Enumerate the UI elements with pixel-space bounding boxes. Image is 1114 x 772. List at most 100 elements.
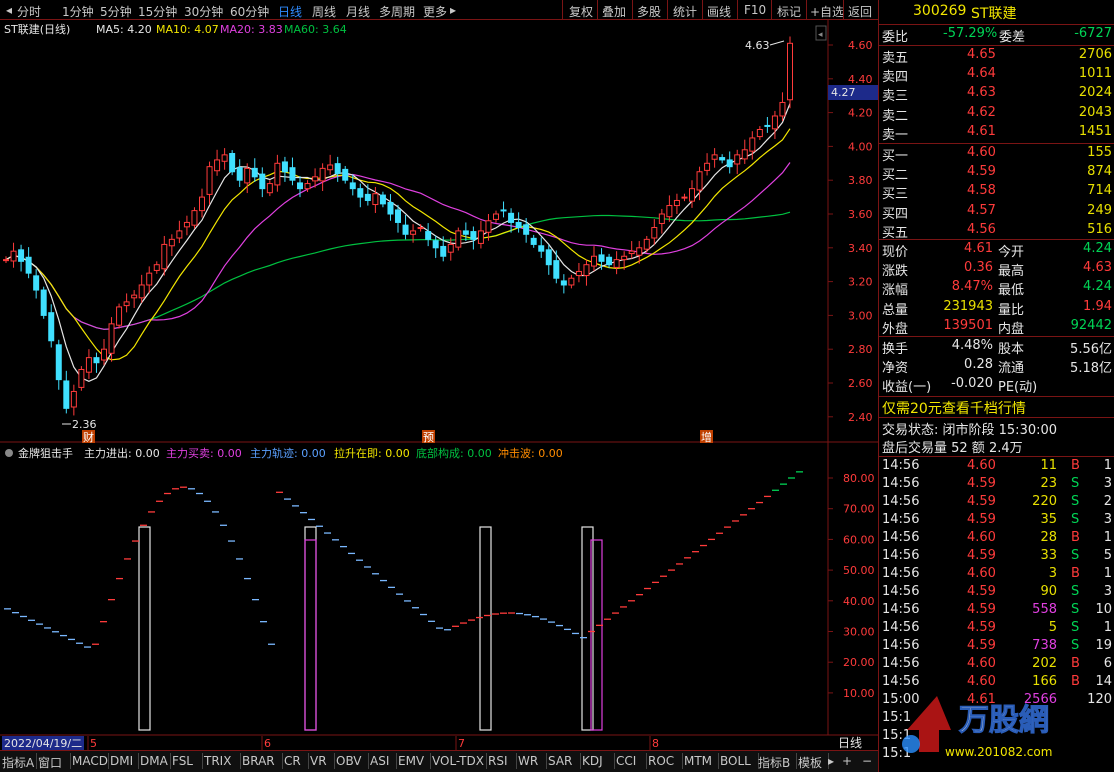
candle[interactable] (236, 167, 243, 181)
indicator-tab-3[interactable]: DMI (110, 754, 133, 768)
candle[interactable] (176, 230, 183, 239)
candle[interactable] (673, 199, 680, 207)
candle[interactable] (183, 221, 190, 228)
multi-stock-button[interactable]: 多股 (637, 3, 661, 20)
tab-fenshi[interactable]: 分时 (17, 3, 41, 20)
tab-weekly[interactable]: 周线 (312, 3, 336, 20)
indicator-tab-1[interactable]: 窗口 (38, 754, 62, 771)
tab-5min[interactable]: 5分钟 (100, 3, 132, 20)
candle[interactable] (756, 129, 763, 138)
indicator-tab-19[interactable]: ROC (648, 754, 674, 768)
indicator-tab-8[interactable]: CR (284, 754, 301, 768)
period-label[interactable]: 日线 (838, 736, 862, 750)
candle[interactable] (123, 301, 130, 307)
candle[interactable] (274, 162, 281, 186)
fuquan-button[interactable]: 复权 (569, 3, 593, 20)
candle[interactable] (319, 167, 326, 182)
bid-row[interactable]: 买二 4.59 874 (879, 164, 1114, 183)
candle[interactable] (259, 173, 266, 190)
candle[interactable] (146, 272, 153, 286)
indicator-tab-12[interactable]: EMV (398, 754, 424, 768)
ask-row[interactable]: 卖四 4.64 1011 (879, 66, 1114, 85)
candle[interactable] (161, 243, 168, 270)
candle[interactable] (545, 249, 552, 266)
more-chevron-icon[interactable]: ▸ (450, 3, 456, 17)
candle[interactable] (281, 161, 288, 173)
candle[interactable] (447, 243, 454, 253)
candle[interactable] (741, 149, 748, 160)
candle[interactable] (40, 289, 47, 316)
mark-button[interactable]: 标记 (777, 3, 801, 20)
candle[interactable] (455, 230, 462, 248)
candle[interactable] (530, 237, 537, 245)
candle[interactable] (85, 357, 92, 373)
candle[interactable] (696, 171, 703, 191)
indicator-settings-icon[interactable] (5, 449, 13, 457)
candle[interactable] (349, 182, 356, 190)
candle[interactable] (432, 240, 439, 249)
candle[interactable] (342, 168, 349, 181)
candle[interactable] (560, 280, 567, 286)
tab-1min[interactable]: 1分钟 (62, 3, 94, 20)
candle[interactable] (681, 196, 688, 199)
candle[interactable] (33, 275, 40, 291)
ask-row[interactable]: 卖三 4.63 2024 (879, 85, 1114, 104)
candle[interactable] (372, 193, 379, 206)
candle[interactable] (470, 231, 477, 240)
candle[interactable] (251, 167, 258, 178)
candle[interactable] (108, 323, 115, 354)
candle[interactable] (327, 164, 334, 171)
candle[interactable] (138, 284, 145, 299)
indicator-tab-9[interactable]: VR (310, 754, 327, 768)
candle[interactable] (583, 264, 590, 277)
candle[interactable] (749, 137, 756, 152)
candle[interactable] (440, 245, 447, 257)
candle[interactable] (485, 220, 492, 233)
indicator-tab-7[interactable]: BRAR (242, 754, 275, 768)
candle[interactable] (101, 348, 107, 361)
candle[interactable] (704, 162, 711, 171)
candle[interactable] (666, 205, 673, 218)
candle[interactable] (658, 213, 665, 224)
bid-row[interactable]: 买五 4.56 516 (879, 222, 1114, 241)
candle[interactable] (402, 224, 409, 235)
candle[interactable] (628, 250, 635, 255)
candle[interactable] (357, 188, 364, 198)
candle[interactable] (651, 227, 658, 239)
tab-monthly[interactable]: 月线 (346, 3, 370, 20)
candle[interactable] (334, 163, 341, 174)
candle[interactable] (364, 193, 371, 201)
candle[interactable] (591, 255, 597, 267)
candle[interactable] (93, 357, 100, 364)
candle[interactable] (199, 196, 205, 212)
candle[interactable] (613, 259, 620, 268)
candle[interactable] (131, 294, 138, 299)
ask-row[interactable]: 卖五 4.65 2706 (879, 47, 1114, 66)
indicator-tab-18[interactable]: CCI (616, 754, 636, 768)
candle[interactable] (229, 152, 236, 173)
candle[interactable] (395, 209, 401, 223)
candle[interactable] (379, 194, 386, 205)
candle[interactable] (410, 230, 417, 235)
f10-button[interactable]: F10 (744, 3, 766, 17)
tab-more[interactable]: 更多 (423, 3, 447, 20)
candle[interactable] (771, 115, 778, 130)
collapse-icon[interactable]: ◂ (6, 3, 12, 17)
candle[interactable] (598, 254, 605, 262)
candle[interactable] (266, 183, 273, 194)
tab-daily[interactable]: 日线 (278, 3, 302, 20)
indicator-tab-13[interactable]: VOL-TDX (432, 754, 484, 768)
indicator-tab-10[interactable]: OBV (336, 754, 362, 768)
candle[interactable] (719, 157, 726, 161)
candle[interactable] (214, 159, 221, 172)
indicator-tab-2[interactable]: MACD (72, 754, 108, 768)
indicator-tab-22[interactable]: 指标B (758, 754, 790, 771)
indicator-tab-5[interactable]: FSL (172, 754, 193, 768)
candle[interactable] (621, 255, 628, 261)
indicator-tab-11[interactable]: ASI (370, 754, 389, 768)
candle[interactable] (493, 213, 499, 220)
candle[interactable] (25, 256, 32, 274)
candle[interactable] (10, 250, 17, 262)
candle[interactable] (3, 259, 9, 262)
candle[interactable] (606, 256, 613, 266)
